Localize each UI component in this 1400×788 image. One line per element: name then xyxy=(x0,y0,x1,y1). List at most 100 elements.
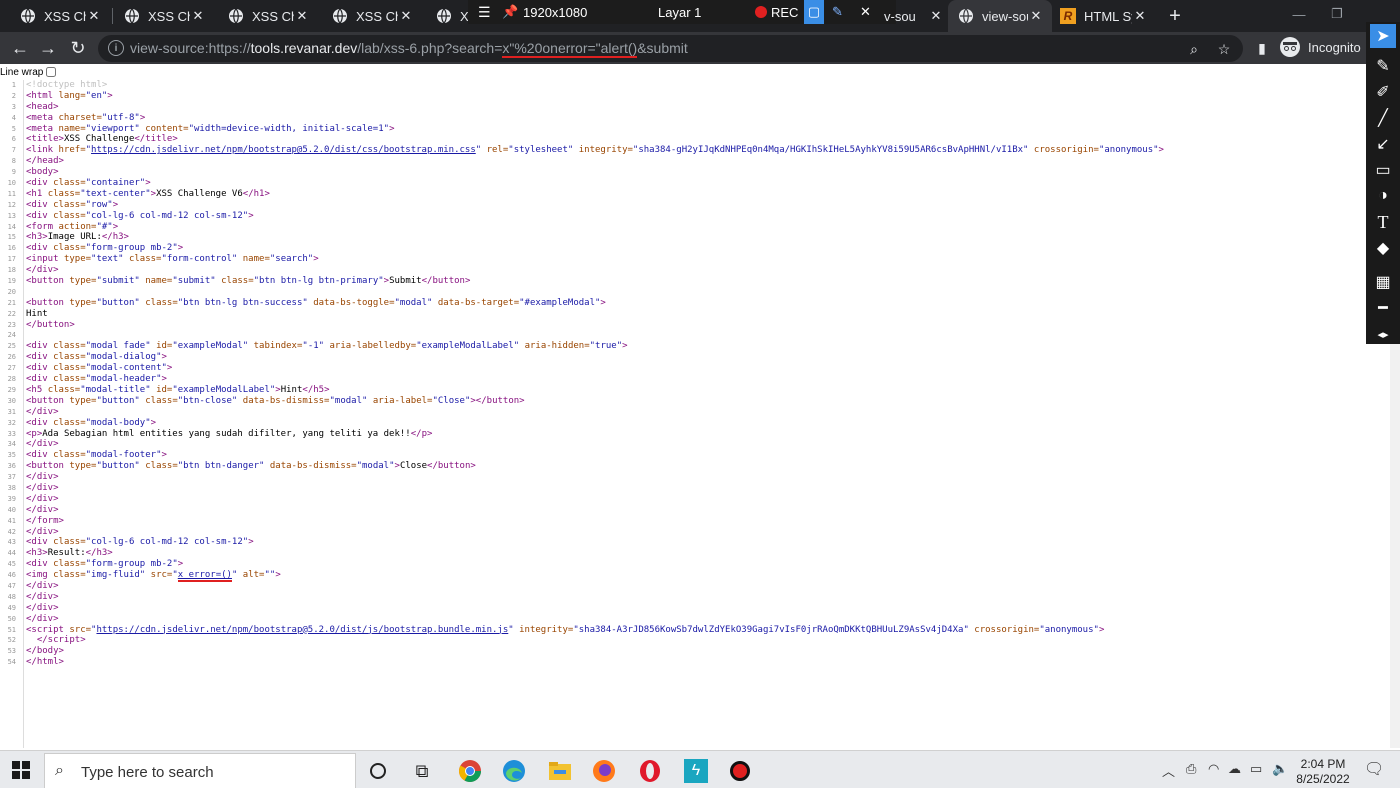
close-icon[interactable]: ✕ xyxy=(398,8,414,24)
stroke-width-icon[interactable]: ━ xyxy=(1370,296,1396,320)
task-view-icon[interactable]: ⧉ xyxy=(408,757,436,785)
close-icon[interactable]: ✕ xyxy=(928,8,944,24)
url-text[interactable]: view-source:https://tools.revanar.dev/la… xyxy=(130,40,688,58)
close-icon[interactable]: ✕ xyxy=(294,8,310,24)
tab-xss-challenge-1[interactable]: XSS Chall ✕ xyxy=(0,0,110,32)
search-placeholder: Type here to search xyxy=(81,764,214,781)
taskbar-clock[interactable]: 2:04 PM 8/25/2022 xyxy=(1290,757,1356,787)
cursor-arrow-icon[interactable]: ➤ xyxy=(1370,24,1396,48)
line-code: <div class="modal-header"> xyxy=(26,374,167,385)
marker-icon[interactable]: ✐ xyxy=(1370,80,1396,104)
tab-html-syntax[interactable]: R HTML Sy ✕ xyxy=(1052,0,1156,32)
forward-arrow-icon[interactable]: → xyxy=(36,36,60,60)
line-number: 10 xyxy=(7,179,16,188)
line-code: <img class="img-fluid" src="x error=()" … xyxy=(26,570,281,583)
pencil-icon[interactable]: ✎ xyxy=(1370,54,1396,78)
close-recorder-icon[interactable]: ✕ xyxy=(860,0,871,24)
taskbar-search-box[interactable]: ⌕ Type here to search xyxy=(44,753,356,788)
tab-view-source-1[interactable]: v-sou ✕ xyxy=(880,0,952,32)
line-code: <link href="https://cdn.jsdelivr.net/npm… xyxy=(26,145,1164,156)
source-line: 14 <form action="#"> xyxy=(0,222,1366,233)
incognito-badge[interactable]: Incognito xyxy=(1280,37,1361,57)
line-number: 41 xyxy=(7,516,16,525)
screen-recorder-app-icon[interactable] xyxy=(726,757,754,785)
arrow-icon[interactable]: ↙ xyxy=(1370,132,1396,156)
side-panel-icon[interactable]: ▮ xyxy=(1250,36,1274,60)
pin-icon[interactable]: 📌 xyxy=(502,0,518,24)
zoom-icon[interactable]: ⌕ xyxy=(1186,41,1202,57)
resize-arrows-icon[interactable]: ◂▸ xyxy=(1370,322,1396,346)
tab-strip: XSS Chall ✕ XSS Chall ✕ XSS Chall ✕ XSS … xyxy=(0,0,1400,32)
new-tab-button[interactable]: + xyxy=(1162,4,1188,28)
close-icon[interactable]: ✕ xyxy=(1028,8,1044,24)
text-icon[interactable]: T xyxy=(1370,210,1396,234)
tray-device-icon[interactable]: ⎙ xyxy=(1186,761,1196,777)
line-code: <h3>Result:</h3> xyxy=(26,548,113,559)
incognito-label: Incognito xyxy=(1308,39,1361,55)
file-explorer-icon[interactable] xyxy=(546,757,574,785)
line-number: 44 xyxy=(7,549,16,558)
tab-xss-challenge-2[interactable]: XSS Chall ✕ xyxy=(104,0,214,32)
line-code: <body> xyxy=(26,167,59,178)
source-line: 19 <button type="submit" name="submit" cl… xyxy=(0,276,1366,287)
source-line: 34 </div> xyxy=(0,439,1366,450)
line-number: 31 xyxy=(7,407,16,416)
screen: XSS Chall ✕ XSS Chall ✕ XSS Chall ✕ XSS … xyxy=(0,0,1400,788)
source-line: 47 </div> xyxy=(0,581,1366,592)
pen-icon[interactable]: ✎ xyxy=(832,0,843,24)
line-number: 34 xyxy=(7,440,16,449)
rec-label[interactable]: REC xyxy=(771,0,798,24)
rectangle-icon[interactable]: ▭ xyxy=(1370,158,1396,182)
line-number: 47 xyxy=(7,581,16,590)
tray-battery-icon[interactable]: ▭ xyxy=(1250,761,1262,777)
line-code: </div> xyxy=(26,504,59,515)
back-arrow-icon[interactable]: ← xyxy=(8,36,32,60)
source-line: 43 <div class="col-lg-6 col-md-12 col-sm-… xyxy=(0,537,1366,548)
info-icon[interactable]: i xyxy=(108,40,124,56)
minimize-icon[interactable]: — xyxy=(1284,4,1314,24)
cortana-icon[interactable] xyxy=(364,757,392,785)
tray-cloud-icon[interactable]: ☁ xyxy=(1228,761,1241,777)
tab-title: XSS Chall xyxy=(252,8,294,24)
bookmark-star-icon[interactable]: ☆ xyxy=(1216,41,1232,57)
tray-wifi-icon[interactable]: ◠ xyxy=(1208,761,1219,777)
edge-icon[interactable] xyxy=(500,757,528,785)
shapes-icon[interactable]: ◑ xyxy=(1370,184,1396,208)
line-wrap-checkbox[interactable] xyxy=(46,67,57,77)
app-lightning-icon[interactable]: ϟ xyxy=(682,757,710,785)
record-dot-icon[interactable] xyxy=(755,0,767,24)
notification-icon[interactable]: 🗨 xyxy=(1364,759,1384,779)
tray-chevron-icon[interactable]: ︿ xyxy=(1162,761,1175,780)
tab-title: XSS Chall xyxy=(44,8,86,24)
eraser-icon[interactable]: ◆ xyxy=(1370,236,1396,260)
maximize-icon[interactable]: ❐ xyxy=(1322,4,1352,24)
transparency-icon[interactable]: ▦ xyxy=(1370,270,1396,294)
line-code: <div class="col-lg-6 col-md-12 col-sm-12… xyxy=(26,537,254,548)
line-code: </div> xyxy=(26,580,59,591)
vertical-scrollbar[interactable] xyxy=(1390,344,1400,748)
close-icon[interactable]: ✕ xyxy=(1132,8,1148,24)
close-icon[interactable]: ✕ xyxy=(190,8,206,24)
tab-xss-challenge-4[interactable]: XSS Chall ✕ xyxy=(312,0,422,32)
windows-start-icon[interactable] xyxy=(12,761,30,779)
line-number: 33 xyxy=(7,429,16,438)
tab-view-source-2[interactable]: view-sou ✕ xyxy=(948,0,1052,32)
tray-volume-icon[interactable]: 🔈 xyxy=(1272,761,1288,777)
tab-5[interactable]: X xyxy=(416,0,468,32)
select-region-icon[interactable]: ▢ xyxy=(804,0,824,24)
source-line: 8 </head> xyxy=(0,156,1366,167)
tab-xss-challenge-3[interactable]: XSS Chall ✕ xyxy=(208,0,318,32)
source-line: 42 </div> xyxy=(0,527,1366,538)
firefox-icon[interactable] xyxy=(590,757,618,785)
source-line: 26 <div class="modal-dialog"> xyxy=(0,352,1366,363)
line-icon[interactable]: ╱ xyxy=(1370,106,1396,130)
chrome-icon[interactable] xyxy=(456,757,484,785)
line-code: </div> xyxy=(26,265,59,276)
browser-toolbar: ← → ↻ i view-source:https://tools.revana… xyxy=(0,32,1366,64)
opera-icon[interactable] xyxy=(636,757,664,785)
address-bar[interactable]: i view-source:https://tools.revanar.dev/… xyxy=(98,35,1243,62)
reload-icon[interactable]: ↻ xyxy=(66,36,90,60)
menu-icon[interactable]: ☰ xyxy=(478,0,491,24)
close-icon[interactable]: ✕ xyxy=(86,8,102,24)
